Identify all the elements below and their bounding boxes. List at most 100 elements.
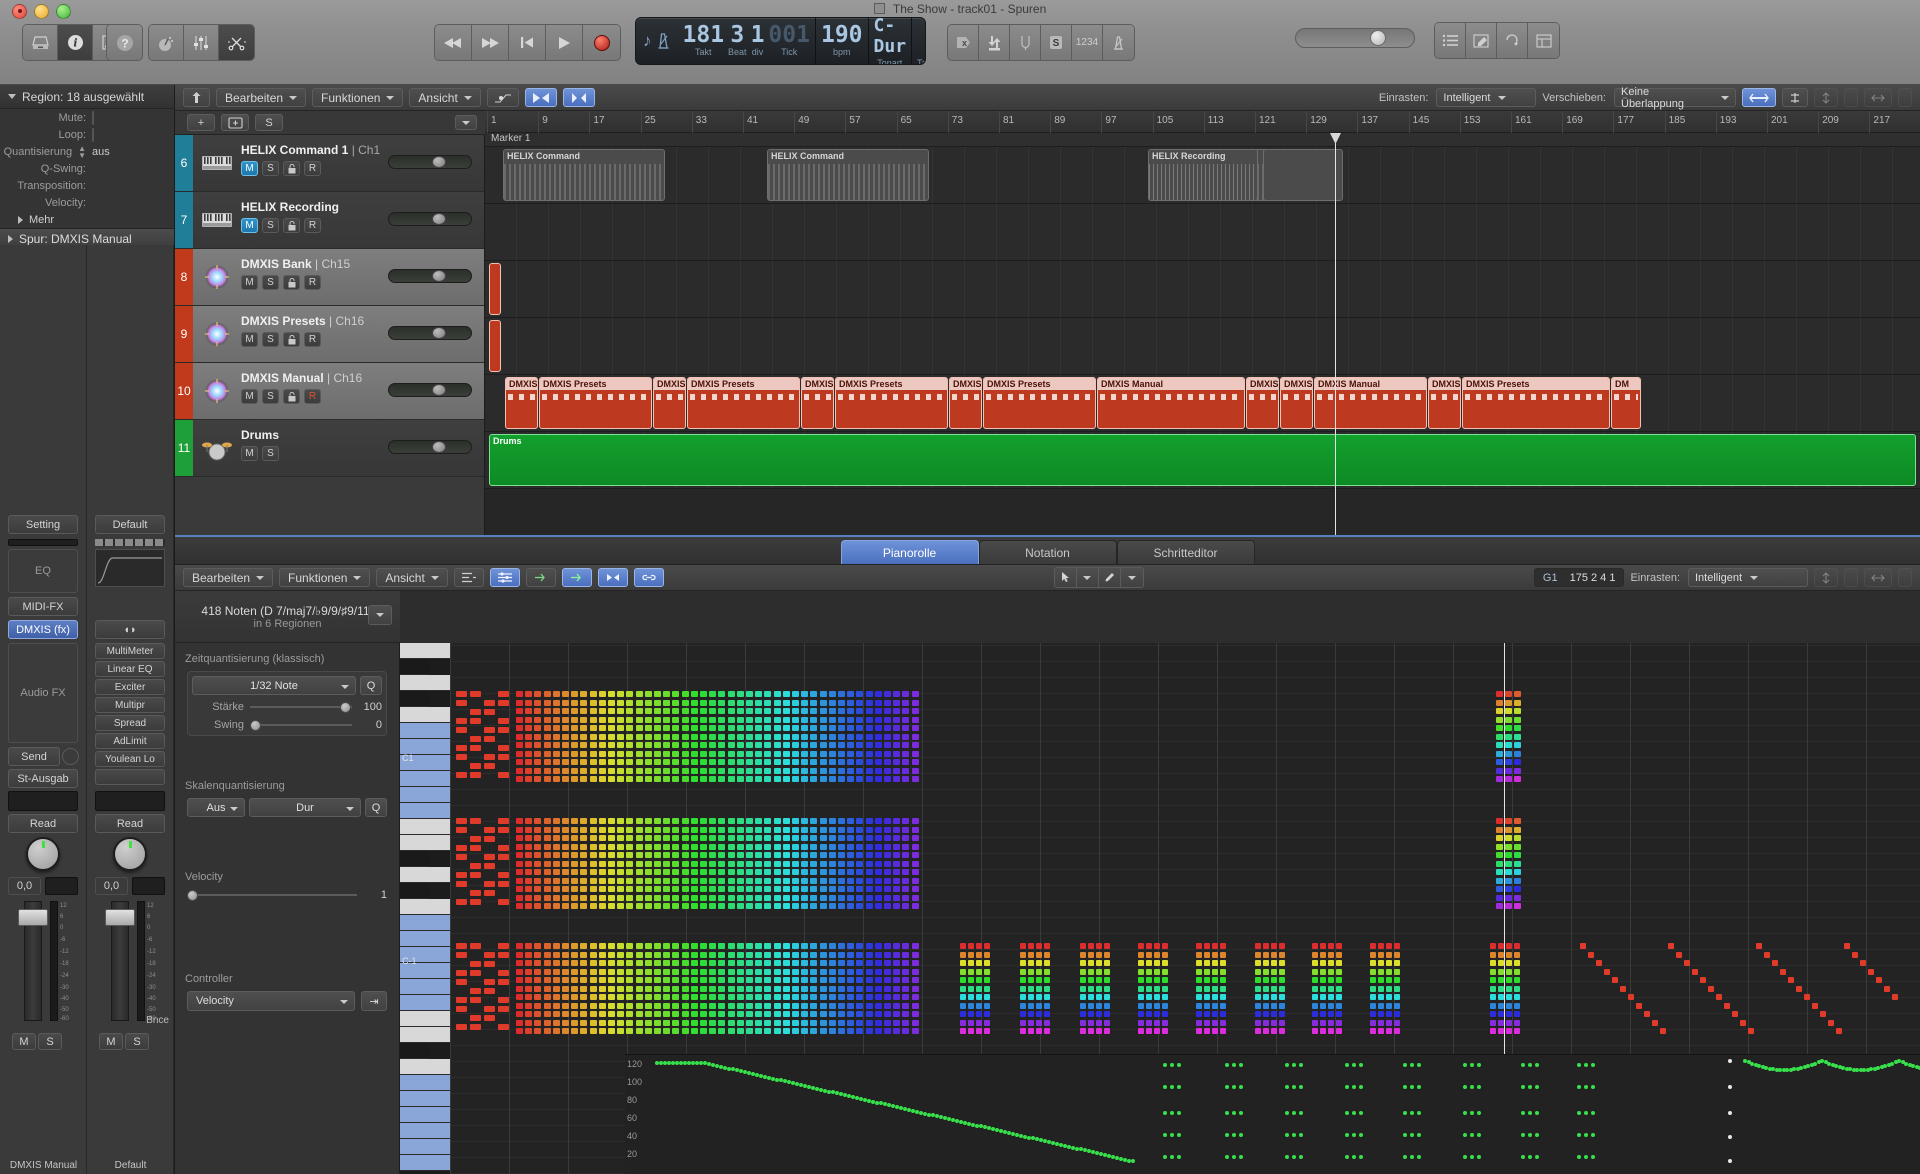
midi-note[interactable] — [700, 708, 707, 714]
midi-note[interactable] — [819, 951, 827, 958]
midi-note[interactable] — [773, 869, 781, 875]
midi-note[interactable] — [1212, 1028, 1218, 1034]
midi-note[interactable] — [847, 977, 855, 983]
midi-note[interactable] — [1394, 985, 1400, 992]
velocity-dot[interactable] — [1410, 1111, 1414, 1115]
midi-note[interactable] — [672, 776, 680, 782]
midi-note[interactable] — [828, 742, 836, 748]
midi-note[interactable] — [976, 994, 982, 1000]
midi-note[interactable] — [746, 994, 753, 1000]
midi-note[interactable] — [598, 852, 606, 858]
midi-note[interactable] — [654, 852, 661, 858]
midi-note[interactable] — [1096, 985, 1102, 992]
track-row[interactable]: 11 Drums M S — [175, 420, 484, 477]
midi-note[interactable] — [746, 776, 753, 782]
midi-note[interactable] — [819, 860, 827, 867]
midi-note[interactable] — [1020, 1028, 1026, 1034]
midi-note[interactable] — [552, 985, 560, 992]
midi-note[interactable] — [617, 860, 625, 867]
midi-note[interactable] — [654, 733, 661, 740]
midi-note[interactable] — [1505, 708, 1512, 714]
velocity-dot[interactable] — [1410, 1063, 1414, 1067]
midi-note[interactable] — [456, 691, 467, 697]
midi-note[interactable] — [589, 708, 597, 714]
midi-note[interactable] — [498, 952, 509, 958]
midi-note[interactable] — [746, 869, 753, 875]
region[interactable]: Drums — [489, 434, 1916, 486]
strength-slider[interactable] — [250, 701, 352, 713]
midi-note[interactable] — [1496, 826, 1503, 833]
midi-note[interactable] — [727, 903, 735, 909]
midi-note[interactable] — [746, 960, 753, 966]
velocity-dot[interactable] — [1232, 1063, 1236, 1067]
midi-note[interactable] — [1080, 1028, 1086, 1034]
midi-note[interactable] — [617, 767, 625, 774]
midi-note[interactable] — [635, 750, 643, 757]
midi-note[interactable] — [1036, 943, 1042, 949]
midi-note[interactable] — [525, 818, 533, 824]
midi-note[interactable] — [1505, 835, 1512, 841]
midi-note[interactable] — [810, 826, 818, 833]
flex-icon[interactable] — [524, 88, 557, 107]
midi-note[interactable] — [884, 869, 891, 875]
midi-note[interactable] — [672, 742, 680, 748]
midi-note[interactable] — [819, 960, 827, 966]
midi-note[interactable] — [672, 943, 680, 949]
midi-note[interactable] — [838, 826, 845, 833]
track-mute-button[interactable]: M — [241, 332, 258, 347]
midi-note[interactable] — [571, 968, 579, 975]
midi-note[interactable] — [847, 826, 855, 833]
midi-note[interactable] — [865, 943, 873, 949]
midi-note[interactable] — [1496, 733, 1503, 740]
midi-note[interactable] — [608, 818, 615, 824]
piano-key-white[interactable] — [400, 675, 450, 691]
midi-note[interactable] — [828, 1011, 836, 1017]
midi-note[interactable] — [773, 776, 781, 782]
midi-note[interactable] — [654, 1011, 661, 1017]
midi-note[interactable] — [1514, 877, 1521, 884]
midi-note[interactable] — [644, 886, 652, 892]
midi-note[interactable] — [1020, 1019, 1026, 1026]
midi-note[interactable] — [589, 894, 597, 901]
midi-note[interactable] — [690, 852, 698, 858]
midi-note[interactable] — [672, 877, 680, 884]
midi-note[interactable] — [1506, 943, 1512, 949]
midi-note[interactable] — [626, 852, 634, 858]
midi-note[interactable] — [672, 818, 680, 824]
midi-note[interactable] — [856, 1011, 864, 1017]
velocity-dot[interactable] — [1177, 1085, 1181, 1089]
midi-note[interactable] — [598, 951, 606, 958]
midi-note[interactable] — [1506, 1019, 1512, 1026]
midi-note[interactable] — [960, 1028, 966, 1034]
midi-note[interactable] — [1212, 968, 1218, 975]
midi-note[interactable] — [617, 742, 625, 748]
midi-note[interactable] — [534, 960, 542, 966]
midi-note[interactable] — [498, 845, 509, 851]
midi-note[interactable] — [571, 1028, 579, 1034]
velocity-dot[interactable] — [1521, 1133, 1525, 1137]
midi-note[interactable] — [755, 691, 763, 697]
piano-key-white[interactable] — [400, 819, 450, 835]
midi-note[interactable] — [1514, 699, 1521, 706]
midi-note[interactable] — [1812, 1002, 1818, 1009]
midi-note[interactable] — [580, 716, 588, 723]
midi-note[interactable] — [562, 708, 569, 714]
midi-note[interactable] — [801, 843, 809, 850]
midi-note[interactable] — [828, 725, 836, 731]
midi-note[interactable] — [1028, 1028, 1034, 1034]
midi-note[interactable] — [1138, 1028, 1144, 1034]
midi-note[interactable] — [1820, 1011, 1826, 1017]
midi-note[interactable] — [690, 725, 698, 731]
midi-note[interactable] — [727, 1019, 735, 1026]
midi-note[interactable] — [773, 860, 781, 867]
lcd-position[interactable]: 181 Takt 3 Beat 1 div 001 Tick — [678, 18, 816, 64]
midi-note[interactable] — [543, 826, 551, 833]
midi-note[interactable] — [470, 1015, 481, 1021]
midi-note[interactable] — [736, 716, 744, 723]
record-button[interactable] — [583, 25, 620, 60]
region-inspector-header[interactable]: Region: 18 ausgewählt — [0, 85, 174, 109]
velocity-dot[interactable] — [1239, 1155, 1243, 1159]
velocity-dot[interactable] — [1299, 1085, 1303, 1089]
midi-note[interactable] — [902, 725, 910, 731]
velocity-dot[interactable] — [1285, 1133, 1289, 1137]
